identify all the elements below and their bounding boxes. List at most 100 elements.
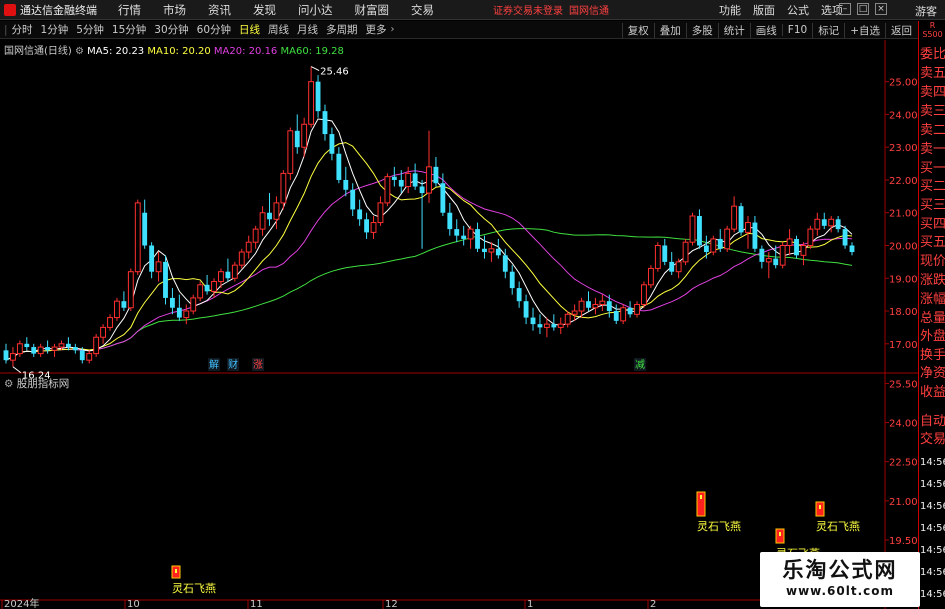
- side-panel-item[interactable]: 买一: [920, 160, 945, 177]
- menu-discover[interactable]: 发现: [242, 2, 287, 18]
- side-panel-item[interactable]: 买五: [920, 234, 945, 251]
- settings-icon[interactable]: ⚙: [75, 46, 84, 57]
- side-panel-item[interactable]: 现价: [920, 253, 945, 270]
- tool-multi-stock-button[interactable]: 多股: [685, 22, 718, 38]
- side-panel-item[interactable]: 卖四: [920, 84, 945, 101]
- chevron-right-icon[interactable]: ›: [391, 24, 395, 35]
- tool-draw-button[interactable]: 画线: [749, 22, 782, 38]
- signal-label: 灵石飞燕: [697, 520, 741, 533]
- menu-wealth-circle[interactable]: 财富圈: [344, 2, 401, 18]
- period-tab-6[interactable]: 日线: [235, 22, 264, 37]
- side-panel-item[interactable]: 交易: [920, 431, 945, 448]
- candle-body-down: [606, 301, 612, 312]
- menu-quotes[interactable]: 行情: [107, 2, 152, 18]
- candle-body-down: [842, 229, 848, 246]
- menu-trade[interactable]: 交易: [400, 2, 445, 18]
- side-panel-item[interactable]: 14:56: [920, 476, 945, 493]
- app-logo-icon: [4, 3, 16, 16]
- sub-tick-label: 19.50: [889, 536, 918, 547]
- candle-body-down: [752, 222, 758, 249]
- side-panel-item[interactable]: 买三: [920, 197, 945, 214]
- period-tab-3[interactable]: 15分钟: [108, 22, 150, 37]
- side-panel-item[interactable]: 卖三: [920, 103, 945, 120]
- side-panel-item[interactable]: 外盘: [920, 328, 945, 345]
- side-panel-item[interactable]: 收益: [920, 384, 945, 401]
- candle-body-down: [65, 343, 71, 348]
- candle-body-down: [461, 235, 467, 239]
- side-panel-item[interactable]: 委比: [920, 46, 945, 63]
- side-panel-item[interactable]: 总量: [920, 310, 945, 327]
- side-panel-item[interactable]: 买四: [920, 216, 945, 233]
- rs-badge-r: R: [929, 21, 936, 30]
- menu-layout[interactable]: 版面: [747, 2, 781, 18]
- candle-body-down: [717, 238, 723, 249]
- tool-stats-button[interactable]: 统计: [717, 22, 750, 38]
- app-title: 通达信金融终端: [20, 3, 97, 17]
- period-tab-8[interactable]: 月线: [293, 22, 322, 37]
- side-panel-item[interactable]: 14:56: [920, 498, 945, 515]
- candle-body-down: [530, 317, 536, 325]
- candle-body-up: [647, 267, 654, 286]
- tool-add-watchlist-button[interactable]: +自选: [844, 22, 885, 38]
- candle-body-down: [440, 183, 446, 213]
- candle-body-down: [3, 350, 9, 361]
- period-tab-4[interactable]: 30分钟: [150, 22, 192, 37]
- tool-adjust-button[interactable]: 复权: [621, 22, 654, 38]
- period-tab-0[interactable]: 分时: [0, 22, 37, 37]
- period-tab-7[interactable]: 周线: [264, 22, 293, 37]
- side-panel-item[interactable]: 涨跌: [920, 272, 945, 289]
- candle-body-up: [384, 176, 391, 204]
- candle-body-up: [100, 326, 107, 338]
- sub-tick-label: 21.00: [889, 497, 918, 508]
- period-tab-1[interactable]: 1分钟: [37, 22, 73, 37]
- side-panel-item[interactable]: 14:56: [920, 564, 945, 581]
- menu-functions[interactable]: 功能: [713, 2, 747, 18]
- candle-body-up: [731, 205, 738, 230]
- rs-badge[interactable]: R S500: [919, 21, 945, 41]
- login-notice[interactable]: 证券交易未登录: [493, 2, 563, 17]
- side-panel-item[interactable]: 14:56: [920, 520, 945, 537]
- close-icon[interactable]: ×: [875, 3, 887, 15]
- tool-overlay-button[interactable]: 叠加: [653, 22, 686, 38]
- candle-body-down: [267, 212, 272, 220]
- maximize-icon[interactable]: □: [857, 3, 869, 15]
- tool-back-button[interactable]: 返回: [885, 22, 917, 38]
- candle-body-up: [16, 343, 23, 355]
- period-tab-10[interactable]: 更多: [362, 22, 391, 37]
- side-panel-item[interactable]: 买二: [920, 178, 945, 195]
- side-panel-item[interactable]: 卖一: [920, 141, 945, 158]
- minimize-icon[interactable]: –: [839, 3, 851, 15]
- menu-formula[interactable]: 公式: [781, 2, 815, 18]
- tool-f10-button[interactable]: F10: [781, 24, 812, 36]
- tool-mark-button[interactable]: 标记: [812, 22, 844, 38]
- price-tick-label: 17.00: [889, 340, 918, 351]
- candle-body-down: [294, 130, 300, 148]
- candle-body-down: [613, 311, 619, 321]
- menu-market[interactable]: 市场: [152, 2, 197, 18]
- candle-body-down: [121, 301, 127, 308]
- candle-body-up: [287, 130, 294, 174]
- indicator-settings-icon[interactable]: ⚙: [4, 378, 13, 390]
- side-panel-item[interactable]: 涨幅: [920, 291, 945, 308]
- period-tab-2[interactable]: 5分钟: [72, 22, 108, 37]
- kline-chart[interactable]: 25.00 24.00 23.00 22.00 21.00 20.00 19.00 18.00…: [0, 40, 918, 609]
- side-panel-item[interactable]: 14:56: [920, 542, 945, 559]
- signal-mark: [175, 569, 177, 573]
- guest-login-button[interactable]: 游客: [915, 3, 937, 19]
- candle-body-up: [114, 300, 120, 319]
- side-panel-item[interactable]: 自动: [920, 413, 945, 430]
- candle-body-up: [488, 248, 495, 253]
- menu-assistant[interactable]: 问小达: [287, 2, 344, 18]
- candle-body-down: [495, 248, 501, 256]
- period-tab-9[interactable]: 多周期: [322, 22, 362, 37]
- side-panel-item[interactable]: 14:56: [920, 454, 945, 471]
- candle-body-up: [786, 238, 793, 246]
- time-tick-label: 2024年: [4, 597, 39, 609]
- side-panel-item[interactable]: 换手: [920, 347, 945, 364]
- period-tab-5[interactable]: 60分钟: [193, 22, 235, 37]
- side-panel-item[interactable]: 14:56: [920, 586, 945, 603]
- side-panel-item[interactable]: 卖五: [920, 65, 945, 82]
- side-panel-item[interactable]: 卖二: [920, 122, 945, 139]
- menu-news[interactable]: 资讯: [197, 2, 242, 18]
- side-panel-item[interactable]: 净资: [920, 365, 945, 382]
